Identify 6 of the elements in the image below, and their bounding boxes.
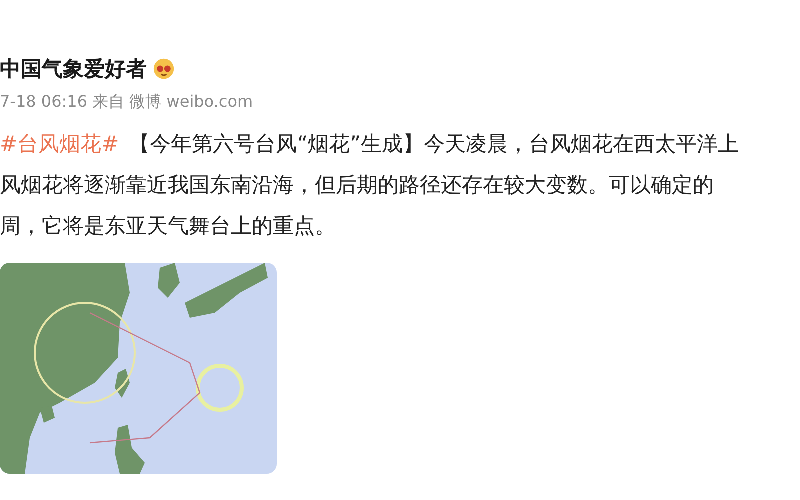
post-meta: 7-18 06:16 来自 微博 weibo.com [0,92,254,113]
post-text: 风烟花将逐渐靠近我国东南沿海，但后期的路径还存在较大变数。可以确定的 [0,173,714,197]
post-text: 周，它将是东亚天气舞台上的重点。 [0,214,336,238]
badge-icon [153,58,175,80]
author-name[interactable]: 中国气象爱好者 [0,55,147,83]
post-text: 【今年第六号台风“烟花”生成】今天凌晨，台风烟花在西太平洋上 [129,132,739,156]
